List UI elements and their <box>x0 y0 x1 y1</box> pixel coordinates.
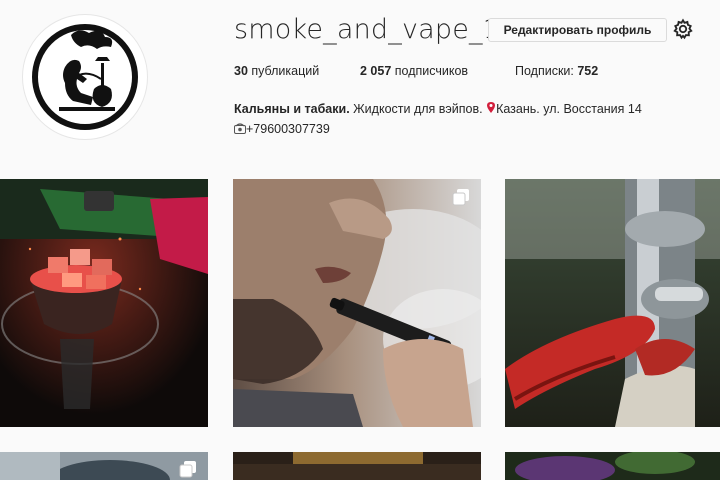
followers-label: подписчиков <box>391 64 469 78</box>
post-tile[interactable] <box>233 179 481 427</box>
post-tile[interactable] <box>0 179 208 427</box>
post-image-hookah-stem <box>505 179 720 427</box>
bio-location: Казань. ул. Восстания 14 <box>496 102 642 116</box>
phone-icon <box>234 123 246 134</box>
carousel-icon <box>179 461 196 478</box>
gear-icon[interactable] <box>672 18 694 40</box>
profile-bio: Кальяны и табаки. Жидкости для вэйпов. К… <box>234 99 642 139</box>
following-count: 752 <box>577 64 599 78</box>
post-tile[interactable] <box>0 452 208 480</box>
posts-count: 30 <box>234 64 248 78</box>
posts-stat: 30 публикаций <box>234 64 319 78</box>
post-image-partial-1 <box>0 452 208 480</box>
post-image-hookah-bowl <box>0 179 208 427</box>
profile-avatar[interactable] <box>22 14 148 140</box>
edit-profile-button[interactable]: Редактировать профиль <box>488 18 667 42</box>
profile-page: smoke_and_vape_116 Редактировать профиль… <box>0 0 720 480</box>
post-image-partial-3 <box>505 452 720 480</box>
bio-name: Кальяны и табаки. <box>234 102 350 116</box>
followers-count: 2 057 <box>360 64 392 78</box>
posts-label: публикаций <box>247 64 320 78</box>
bio-phone[interactable]: +79600307739 <box>246 122 330 136</box>
hookah-logo <box>32 24 138 130</box>
post-image-partial-2 <box>233 452 481 480</box>
bio-line-2: +79600307739 <box>234 119 642 139</box>
post-image-man-vaping <box>233 179 481 427</box>
bio-text: Жидкости для вэйпов. <box>349 102 487 116</box>
following-label: Подписки: <box>515 64 578 78</box>
post-tile[interactable] <box>233 452 481 480</box>
post-tile[interactable] <box>505 452 720 480</box>
followers-stat[interactable]: 2 057 подписчиков <box>360 64 468 78</box>
bio-line-1: Кальяны и табаки. Жидкости для вэйпов. К… <box>234 99 642 119</box>
pin-icon <box>487 102 496 113</box>
carousel-icon <box>452 189 469 206</box>
following-stat[interactable]: Подписки: 752 <box>515 64 598 78</box>
post-tile[interactable] <box>505 179 720 427</box>
